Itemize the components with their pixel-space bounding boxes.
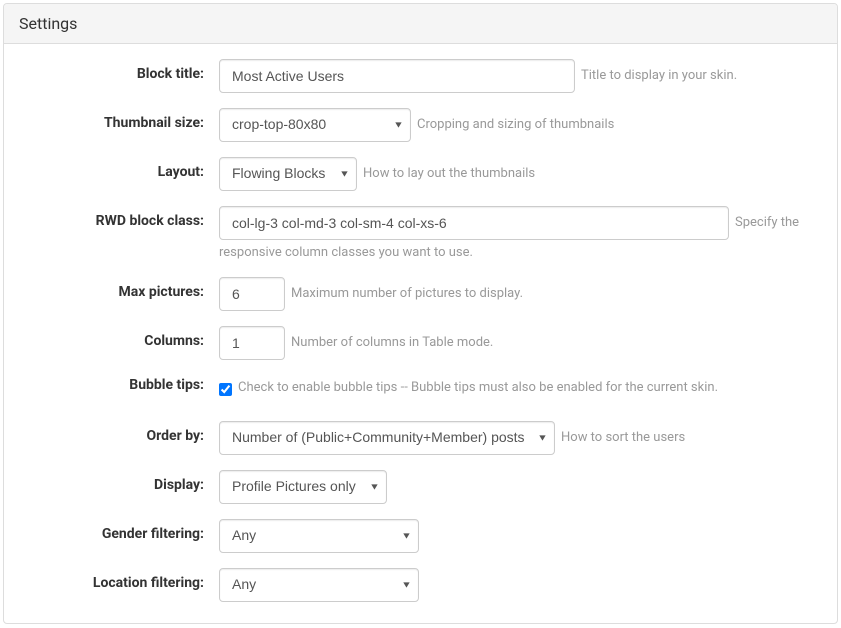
- order-by-select[interactable]: Number of (Public+Community+Member) post…: [219, 421, 555, 455]
- display-select-wrap: Profile Pictures only: [219, 470, 387, 504]
- columns-row: Columns: Number of columns in Table mode…: [19, 326, 822, 360]
- display-select[interactable]: Profile Pictures only: [219, 470, 387, 504]
- gender-filtering-label: Gender filtering:: [19, 519, 219, 542]
- rwd-block-class-input[interactable]: [219, 206, 729, 240]
- block-title-help: Title to display in your skin.: [581, 67, 737, 85]
- block-title-input[interactable]: [219, 59, 575, 93]
- bubble-tips-checkbox[interactable]: [219, 383, 232, 396]
- layout-select[interactable]: Flowing Blocks: [219, 157, 357, 191]
- max-pictures-input[interactable]: [219, 277, 285, 311]
- rwd-block-class-label: RWD block class:: [19, 206, 219, 229]
- layout-label: Layout:: [19, 157, 219, 180]
- columns-input[interactable]: [219, 326, 285, 360]
- rwd-block-class-help-wrap: responsive column classes you want to us…: [219, 244, 822, 262]
- thumbnail-size-select-wrap: crop-top-80x80: [219, 108, 411, 142]
- bubble-tips-help: Check to enable bubble tips -- Bubble ti…: [238, 379, 718, 397]
- columns-label: Columns:: [19, 326, 219, 349]
- thumbnail-size-row: Thumbnail size: crop-top-80x80 Cropping …: [19, 108, 822, 142]
- layout-help: How to lay out the thumbnails: [363, 165, 535, 183]
- columns-help: Number of columns in Table mode.: [291, 334, 493, 352]
- max-pictures-label: Max pictures:: [19, 277, 219, 300]
- gender-filtering-select-wrap: Any: [219, 519, 419, 553]
- order-by-select-wrap: Number of (Public+Community+Member) post…: [219, 421, 555, 455]
- panel-body: Block title: Title to display in your sk…: [4, 44, 837, 623]
- block-title-row: Block title: Title to display in your sk…: [19, 59, 822, 93]
- order-by-help: How to sort the users: [561, 429, 685, 447]
- settings-panel: Settings Block title: Title to display i…: [3, 3, 838, 624]
- rwd-block-class-row: RWD block class: Specify the: [19, 206, 822, 240]
- max-pictures-help: Maximum number of pictures to display.: [291, 285, 523, 303]
- rwd-block-class-help-inline: Specify the: [735, 214, 799, 232]
- bubble-tips-row: Bubble tips: Check to enable bubble tips…: [19, 375, 822, 397]
- thumbnail-size-label: Thumbnail size:: [19, 108, 219, 131]
- location-filtering-label: Location filtering:: [19, 568, 219, 591]
- gender-filtering-row: Gender filtering: Any: [19, 519, 822, 553]
- display-label: Display:: [19, 470, 219, 493]
- order-by-label: Order by:: [19, 421, 219, 444]
- thumbnail-size-help: Cropping and sizing of thumbnails: [417, 116, 614, 134]
- location-filtering-select[interactable]: Any: [219, 568, 419, 602]
- gender-filtering-select[interactable]: Any: [219, 519, 419, 553]
- bubble-tips-label: Bubble tips:: [19, 375, 219, 393]
- max-pictures-row: Max pictures: Maximum number of pictures…: [19, 277, 822, 311]
- block-title-label: Block title:: [19, 59, 219, 82]
- panel-title: Settings: [4, 4, 837, 44]
- layout-row: Layout: Flowing Blocks How to lay out th…: [19, 157, 822, 191]
- location-filtering-row: Location filtering: Any: [19, 568, 822, 602]
- thumbnail-size-select[interactable]: crop-top-80x80: [219, 108, 411, 142]
- order-by-row: Order by: Number of (Public+Community+Me…: [19, 421, 822, 455]
- layout-select-wrap: Flowing Blocks: [219, 157, 357, 191]
- location-filtering-select-wrap: Any: [219, 568, 419, 602]
- display-row: Display: Profile Pictures only: [19, 470, 822, 504]
